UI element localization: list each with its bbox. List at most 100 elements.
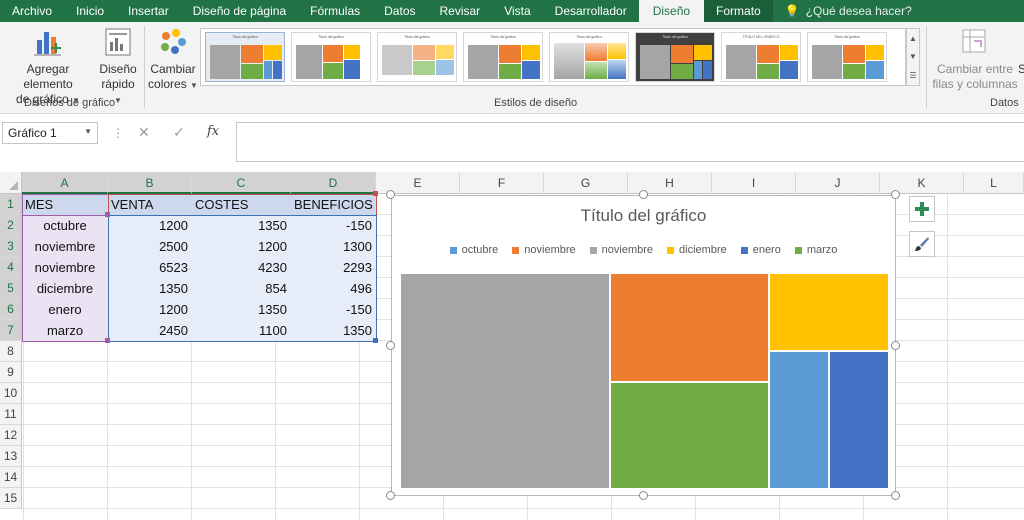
tab-revisar[interactable]: Revisar [428, 0, 493, 22]
legend-entry[interactable]: enero [740, 244, 781, 256]
cell-c5[interactable]: 854 [192, 278, 291, 299]
chart-style-5[interactable]: Título del gráfico [549, 32, 629, 82]
tab-diseno-pagina[interactable]: Diseño de página [181, 0, 298, 22]
row-header-15[interactable]: 15 [0, 488, 22, 509]
cell-b1[interactable]: VENTA [108, 194, 192, 215]
gallery-down-icon[interactable]: ▼ [909, 52, 917, 61]
chart-style-2[interactable]: Título del gráfico [291, 32, 371, 82]
resize-handle-bottom-left[interactable] [386, 491, 395, 500]
range-handle[interactable] [373, 191, 378, 196]
resize-handle-bottom[interactable] [639, 491, 648, 500]
treemap-tile-noviembre[interactable] [609, 273, 769, 383]
tab-vista[interactable]: Vista [492, 0, 542, 22]
add-chart-element-button[interactable]: Agregar elemento de gráfico ▼ [2, 26, 94, 108]
row-header-8[interactable]: 8 [0, 341, 22, 362]
cell-a1[interactable]: MES [22, 194, 108, 215]
tab-diseno[interactable]: Diseño [638, 0, 705, 22]
row-header-5[interactable]: 5 [0, 278, 22, 299]
chart-styles-button[interactable] [909, 231, 935, 257]
column-header-f[interactable]: F [460, 172, 544, 194]
gallery-more-icon[interactable]: ☰ [909, 71, 916, 80]
tab-insertar[interactable]: Insertar [116, 0, 181, 22]
cell-c6[interactable]: 1350 [192, 299, 291, 320]
row-header-2[interactable]: 2 [0, 215, 22, 236]
column-header-d[interactable]: D [291, 172, 376, 194]
treemap-chart[interactable]: Título del gráfico octubre noviembre novie… [391, 195, 896, 496]
cell-b3[interactable]: 2500 [108, 236, 192, 257]
range-handle[interactable] [373, 338, 378, 343]
legend-entry[interactable]: octubre [449, 244, 498, 256]
name-box[interactable]: Gráfico 1 ▼ [2, 122, 98, 144]
column-header-i[interactable]: I [712, 172, 796, 194]
legend-entry[interactable]: noviembre [589, 244, 653, 256]
cell-d4[interactable]: 2293 [291, 257, 376, 278]
column-header-l[interactable]: L [964, 172, 1024, 194]
resize-handle-right[interactable] [891, 341, 900, 350]
switch-row-column-button[interactable]: Cambiar entre filas y columnas [930, 26, 1020, 92]
range-handle[interactable] [105, 338, 110, 343]
cell-d5[interactable]: 496 [291, 278, 376, 299]
row-header-4[interactable]: 4 [0, 257, 22, 278]
cell-d2[interactable]: -150 [291, 215, 376, 236]
row-header-13[interactable]: 13 [0, 446, 22, 467]
legend-entry[interactable]: marzo [794, 244, 837, 256]
tab-formulas[interactable]: Fórmulas [298, 0, 372, 22]
resize-handle-top-right[interactable] [891, 190, 900, 199]
cell-c7[interactable]: 1100 [192, 320, 291, 341]
chart-style-1[interactable]: Título del gráfico [205, 32, 285, 82]
cell-a6[interactable]: enero [22, 299, 108, 320]
tab-inicio[interactable]: Inicio [64, 0, 116, 22]
tab-formato[interactable]: Formato [704, 0, 773, 22]
column-header-a[interactable]: A [22, 172, 108, 194]
more-options-icon[interactable]: ⋮ [112, 126, 124, 140]
chart-style-7[interactable]: TÍTULO DEL GRÁFICO [721, 32, 801, 82]
resize-handle-left[interactable] [386, 341, 395, 350]
treemap-tile-enero[interactable] [828, 350, 889, 489]
chart-elements-button[interactable] [909, 196, 935, 222]
cell-d3[interactable]: 1300 [291, 236, 376, 257]
cell-c2[interactable]: 1350 [192, 215, 291, 236]
cell-a5[interactable]: diciembre [22, 278, 108, 299]
cell-a7[interactable]: marzo [22, 320, 108, 341]
chart-legend[interactable]: octubre noviembre noviembre diciembre enero m… [392, 244, 895, 256]
column-header-g[interactable]: G [544, 172, 628, 194]
row-header-10[interactable]: 10 [0, 383, 22, 404]
treemap-tile-noviembre[interactable] [400, 273, 610, 489]
row-header-3[interactable]: 3 [0, 236, 22, 257]
cell-b7[interactable]: 2450 [108, 320, 192, 341]
chart-style-8[interactable]: Título del gráfico [807, 32, 887, 82]
row-header-12[interactable]: 12 [0, 425, 22, 446]
plot-area[interactable] [400, 273, 889, 489]
tell-me-search[interactable]: 💡 ¿Qué desea hacer? [773, 0, 924, 22]
formula-input[interactable] [236, 122, 1024, 162]
cell-b6[interactable]: 1200 [108, 299, 192, 320]
cell-c1[interactable]: COSTES [192, 194, 291, 215]
cell-a3[interactable]: noviembre [22, 236, 108, 257]
row-header-14[interactable]: 14 [0, 467, 22, 488]
column-header-j[interactable]: J [796, 172, 880, 194]
quick-layout-button[interactable]: Diseño rápido ▼ [96, 26, 140, 108]
treemap-tile-diciembre[interactable] [768, 273, 889, 351]
row-header-11[interactable]: 11 [0, 404, 22, 425]
range-handle[interactable] [105, 212, 110, 217]
cell-c4[interactable]: 4230 [192, 257, 291, 278]
cell-b5[interactable]: 1350 [108, 278, 192, 299]
tab-datos[interactable]: Datos [372, 0, 427, 22]
resize-handle-top[interactable] [639, 190, 648, 199]
enter-icon[interactable]: ✓ [173, 124, 185, 141]
column-header-c[interactable]: C [192, 172, 291, 194]
row-header-1[interactable]: 1 [0, 194, 22, 215]
cell-a2[interactable]: octubre [22, 215, 108, 236]
cell-d6[interactable]: -150 [291, 299, 376, 320]
select-all-corner[interactable] [0, 172, 22, 194]
cell-b4[interactable]: 6523 [108, 257, 192, 278]
cancel-icon[interactable]: ✕ [138, 124, 150, 141]
cell-d7[interactable]: 1350 [291, 320, 376, 341]
column-header-b[interactable]: B [108, 172, 192, 194]
row-header-9[interactable]: 9 [0, 362, 22, 383]
row-header-7[interactable]: 7 [0, 320, 22, 341]
insert-function-icon[interactable]: fx [207, 124, 219, 139]
tab-archivo[interactable]: Archivo [0, 0, 64, 22]
gallery-up-icon[interactable]: ▲ [909, 34, 917, 43]
resize-handle-top-left[interactable] [386, 190, 395, 199]
